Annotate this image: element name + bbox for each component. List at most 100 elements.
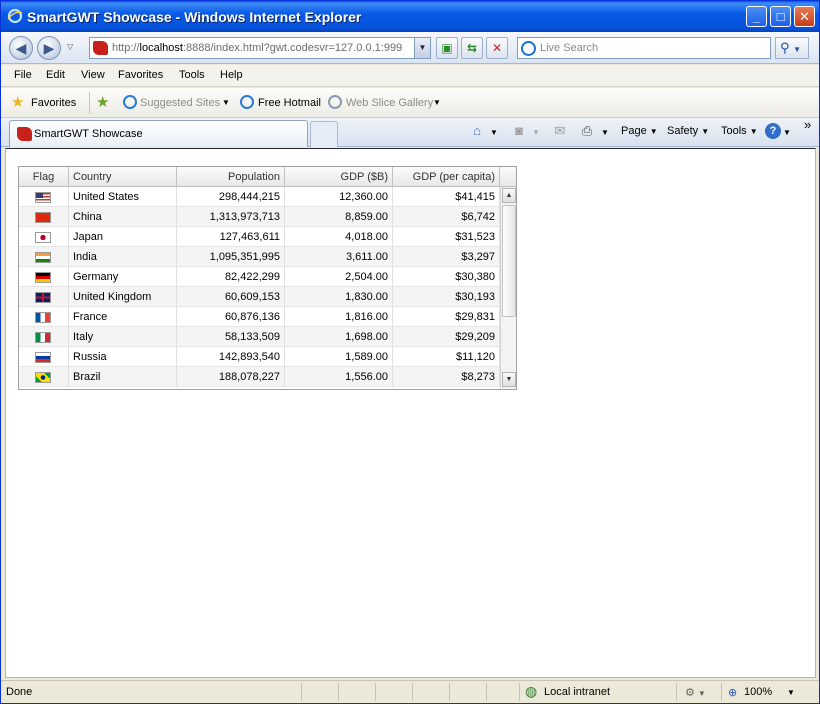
protected-mode-icon[interactable]: ⚙ ▼ xyxy=(685,686,706,699)
safety-menu[interactable]: Safety ▼ xyxy=(667,125,709,137)
status-bar: Done ◍ Local intranet ⚙ ▼ ⊕ 100% ▼ xyxy=(1,680,819,703)
web-slice-dropdown-icon[interactable]: ▼ xyxy=(433,98,441,107)
scroll-up-button[interactable]: ▲ xyxy=(502,188,516,203)
table-row[interactable]: Italy 58,133,509 1,698.00 $29,209 xyxy=(19,327,500,347)
page-menu[interactable]: Page ▼ xyxy=(621,125,658,137)
country-cell: India xyxy=(69,247,177,267)
zoom-dropdown-icon[interactable]: ▼ xyxy=(787,688,795,697)
fr-flag-icon xyxy=(35,312,51,323)
table-row[interactable]: Japan 127,463,611 4,018.00 $31,523 xyxy=(19,227,500,247)
add-favorite-icon[interactable]: ★ xyxy=(96,93,109,111)
country-cell: Italy xyxy=(69,327,177,347)
flag-cell xyxy=(19,287,69,307)
zoom-level[interactable]: 100% xyxy=(744,686,772,698)
more-commands-button[interactable]: » xyxy=(804,117,811,132)
header-gdp-per-capita[interactable]: GDP (per capita) xyxy=(393,167,500,187)
back-button[interactable]: ◀ xyxy=(9,36,33,60)
minimize-button[interactable]: _ xyxy=(746,6,767,27)
print-icon[interactable]: ⎙ xyxy=(579,123,595,139)
menu-tools[interactable]: Tools xyxy=(179,69,205,81)
population-cell: 58,133,509 xyxy=(177,327,285,347)
status-divider xyxy=(338,683,339,701)
population-cell: 60,876,136 xyxy=(177,307,285,327)
ie-window: SmartGWT Showcase - Windows Internet Exp… xyxy=(0,0,820,704)
table-row[interactable]: Russia 142,893,540 1,589.00 $11,120 xyxy=(19,347,500,367)
help-icon[interactable]: ? xyxy=(765,123,781,139)
table-row[interactable]: United States 298,444,215 12,360.00 $41,415 xyxy=(19,187,500,207)
population-cell: 60,609,153 xyxy=(177,287,285,307)
header-gdp[interactable]: GDP ($B) xyxy=(285,167,393,187)
menu-file[interactable]: File xyxy=(14,69,32,81)
header-flag[interactable]: Flag xyxy=(19,167,69,187)
security-zone[interactable]: Local intranet xyxy=(544,686,610,698)
help-dropdown-icon[interactable]: ▼ xyxy=(783,128,791,137)
table-row[interactable]: Germany 82,422,299 2,504.00 $30,380 xyxy=(19,267,500,287)
menu-favorites[interactable]: Favorites xyxy=(118,69,163,81)
gdp-per-capita-cell: $8,273 xyxy=(393,367,500,387)
home-dropdown-icon[interactable]: ▼ xyxy=(490,128,498,137)
tools-menu[interactable]: Tools ▼ xyxy=(721,125,758,137)
maximize-button[interactable]: □ xyxy=(770,6,791,27)
grid-scrollbar[interactable]: ▲ ▼ xyxy=(500,187,516,389)
it-flag-icon xyxy=(35,332,51,343)
gdp-cell: 12,360.00 xyxy=(285,187,393,207)
header-country[interactable]: Country xyxy=(69,167,177,187)
menu-help[interactable]: Help xyxy=(220,69,243,81)
tab-label: SmartGWT Showcase xyxy=(34,128,143,140)
stop-icon: ✕ xyxy=(491,41,503,55)
search-field[interactable]: Live Search xyxy=(517,37,771,59)
home-icon[interactable]: ⌂ xyxy=(469,123,485,139)
suggested-sites-icon xyxy=(123,95,137,109)
search-button[interactable]: ⚲ ▼ xyxy=(775,37,809,59)
country-cell: China xyxy=(69,207,177,227)
us-flag-icon xyxy=(35,192,51,203)
gdp-cell: 1,556.00 xyxy=(285,367,393,387)
gdp-per-capita-cell: $29,209 xyxy=(393,327,500,347)
address-dropdown-button[interactable]: ▼ xyxy=(414,38,430,58)
address-url[interactable]: http://localhost:8888/index.html?gwt.cod… xyxy=(112,42,402,54)
favorites-button[interactable]: Favorites xyxy=(31,97,76,109)
table-row[interactable]: India 1,095,351,995 3,611.00 $3,297 xyxy=(19,247,500,267)
read-mail-icon[interactable]: ✉ xyxy=(552,123,568,139)
suggested-sites-dropdown-icon[interactable]: ▼ xyxy=(222,98,230,107)
free-hotmail-link[interactable]: Free Hotmail xyxy=(258,97,321,109)
status-divider xyxy=(301,683,302,701)
compatibility-view-button[interactable]: ▣ xyxy=(436,37,458,59)
feeds-dropdown-icon[interactable]: ▼ xyxy=(532,128,540,137)
compat-page-icon: ▣ xyxy=(441,41,453,55)
flag-cell xyxy=(19,327,69,347)
header-population[interactable]: Population xyxy=(177,167,285,187)
status-divider xyxy=(449,683,450,701)
stop-button[interactable]: ✕ xyxy=(486,37,508,59)
ru-flag-icon xyxy=(35,352,51,363)
history-dropdown-icon[interactable]: ▽ xyxy=(67,42,73,51)
close-button[interactable]: ✕ xyxy=(794,6,815,27)
table-row[interactable]: France 60,876,136 1,816.00 $29,831 xyxy=(19,307,500,327)
scroll-down-button[interactable]: ▼ xyxy=(502,372,516,387)
gdp-per-capita-cell: $30,380 xyxy=(393,267,500,287)
new-tab-button[interactable] xyxy=(310,121,338,147)
flag-cell xyxy=(19,227,69,247)
scroll-thumb[interactable] xyxy=(502,205,516,317)
menu-view[interactable]: View xyxy=(81,69,105,81)
grid-header: Flag Country Population GDP ($B) GDP (pe… xyxy=(19,167,516,187)
refresh-button[interactable]: ⇆ xyxy=(461,37,483,59)
menu-edit[interactable]: Edit xyxy=(46,69,65,81)
cn-flag-icon xyxy=(35,212,51,223)
address-field[interactable]: http://localhost:8888/index.html?gwt.cod… xyxy=(89,37,431,59)
forward-button[interactable]: ▶ xyxy=(37,36,61,60)
table-row[interactable]: United Kingdom 60,609,153 1,830.00 $30,193 xyxy=(19,287,500,307)
web-slice-gallery-link[interactable]: Web Slice Gallery xyxy=(346,97,433,109)
gdp-per-capita-cell: $41,415 xyxy=(393,187,500,207)
gdp-per-capita-cell: $31,523 xyxy=(393,227,500,247)
country-grid: Flag Country Population GDP ($B) GDP (pe… xyxy=(18,166,517,390)
country-cell: Russia xyxy=(69,347,177,367)
table-row[interactable]: Brazil 188,078,227 1,556.00 $8,273 xyxy=(19,367,500,387)
forward-arrow-icon: ▶ xyxy=(43,40,55,56)
tab-smartgwt-showcase[interactable]: SmartGWT Showcase xyxy=(9,120,308,147)
suggested-sites-link[interactable]: Suggested Sites xyxy=(140,97,220,109)
feeds-icon[interactable]: ◙ xyxy=(511,123,527,139)
country-cell: Brazil xyxy=(69,367,177,387)
print-dropdown-icon[interactable]: ▼ xyxy=(601,128,609,137)
table-row[interactable]: China 1,313,973,713 8,859.00 $6,742 xyxy=(19,207,500,227)
